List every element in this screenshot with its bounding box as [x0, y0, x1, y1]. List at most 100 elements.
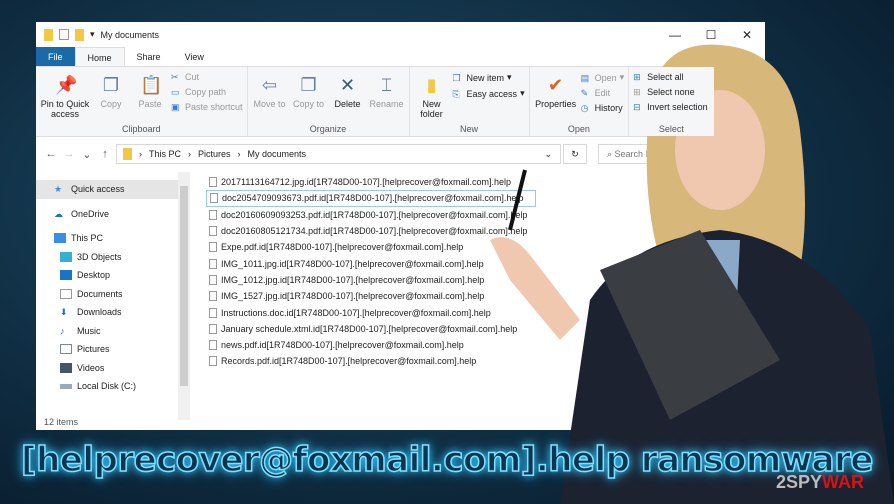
window-title: My documents: [100, 29, 160, 40]
invert-selection-button[interactable]: ⊟ Invert selection: [633, 102, 708, 112]
2spyware-logo: 2SPYWAR: [775, 472, 864, 492]
group-label: Clipboard: [122, 124, 161, 134]
document-icon: [209, 258, 217, 269]
desktop-icon: [60, 270, 72, 281]
status-item-count: 12 items: [44, 417, 79, 427]
new-folder-button[interactable]: ▮ New folder: [414, 70, 450, 122]
paste-icon: 📋: [140, 75, 163, 95]
move-icon: ⇦: [261, 75, 278, 95]
cut-button[interactable]: ✂ Cut: [171, 72, 243, 82]
forward-button[interactable]: →: [60, 148, 78, 160]
breadcrumb-my-documents[interactable]: My documents: [248, 149, 307, 159]
recent-locations-button[interactable]: ⌄: [78, 148, 96, 161]
copy-button[interactable]: ❐ Copy: [93, 70, 129, 122]
document-icon: [209, 209, 217, 220]
select-none-icon: ⊞: [633, 87, 641, 97]
file-name: Expe.pdf.id[1R748D00-107].[helprecover@f…: [221, 242, 464, 253]
select-none-button[interactable]: ⊞ Select none: [633, 87, 708, 97]
nav-pictures[interactable]: Pictures: [36, 340, 178, 359]
nav-this-pc[interactable]: This PC: [36, 229, 178, 248]
easy-access-icon: ⎘: [452, 88, 460, 99]
nav-quick-access[interactable]: ★ Quick access: [36, 180, 178, 199]
navigation-pane: ★ Quick access ☁ OneDrive This PC 3D Objec…: [36, 172, 178, 420]
file-name: IMG_1012.jpg.id[1R748D00-107].[helprecov…: [221, 274, 485, 285]
tab-home[interactable]: Home: [74, 47, 125, 66]
group-label: Select: [658, 124, 684, 134]
music-note-icon: ♪: [60, 325, 65, 336]
document-icon: [209, 340, 217, 351]
documents-icon: [60, 288, 72, 299]
file-name: IMG_1527.jpg.id[1R748D00-107].[helprecov…: [221, 291, 485, 302]
document-icon: [209, 307, 217, 318]
select-group: ⊞ Select all ⊞ Select none ⊟ Invert selecti…: [629, 67, 714, 136]
paste-shortcut-button[interactable]: ▣ Paste shortcut: [171, 102, 243, 112]
nav-local-disk[interactable]: Local Disk (C:): [36, 377, 178, 396]
copy-to-icon: ❐: [300, 75, 317, 95]
clipboard-group: 📌 Pin to Quick access ❐ Copy 📋 Paste ✂ Cut ▭…: [36, 67, 248, 136]
drive-icon: [60, 383, 72, 389]
customize-toolbar-icon[interactable]: ▾: [90, 29, 95, 40]
document-icon: [209, 274, 217, 285]
organize-group: ⇦ Move to ❐ Copy to ✕ Delete ⌶ Rename Organi…: [248, 67, 410, 136]
download-arrow-icon: ⬇: [60, 307, 68, 318]
scissors-icon: ✂: [171, 72, 179, 82]
tab-share[interactable]: Share: [125, 47, 173, 66]
folder-icon: [44, 28, 53, 41]
nav-documents[interactable]: Documents: [36, 285, 178, 304]
properties-quick-icon[interactable]: [59, 29, 69, 40]
delete-x-icon: ✕: [339, 75, 356, 95]
file-name: Records.pdf.id[1R748D00-107].[helprecove…: [221, 356, 477, 367]
file-name: Instructions.doc.id[1R748D00-107].[helpr…: [221, 307, 491, 318]
paste-shortcut-icon: ▣: [171, 102, 180, 112]
file-name: news.pdf.id[1R748D00-107].[helprecover@f…: [221, 340, 464, 351]
headline-title: [helprecover@foxmail.com].help ransomwar…: [20, 439, 874, 481]
copy-path-icon: ▭: [171, 87, 180, 97]
nav-desktop[interactable]: Desktop: [36, 266, 178, 285]
breadcrumb-this-pc[interactable]: This PC: [149, 149, 181, 159]
group-label: Organize: [309, 124, 347, 134]
breadcrumb-pictures[interactable]: Pictures: [198, 149, 231, 159]
move-to-button[interactable]: ⇦ Move to: [252, 70, 288, 122]
nav-videos[interactable]: Videos: [36, 359, 178, 378]
document-icon: [209, 356, 217, 367]
invert-selection-icon: ⊟: [633, 102, 641, 112]
delete-button[interactable]: ✕ Delete: [330, 70, 366, 122]
tab-view[interactable]: View: [173, 47, 216, 66]
scrollbar-thumb[interactable]: [180, 186, 188, 386]
back-button[interactable]: ←: [42, 148, 60, 160]
document-icon: [209, 177, 217, 188]
nav-3d-objects[interactable]: 3D Objects: [36, 248, 178, 267]
ribbon: 📌 Pin to Quick access ❐ Copy 📋 Paste ✂ Cut ▭…: [36, 67, 765, 137]
document-icon: [209, 291, 217, 302]
select-all-icon: ⊞: [633, 72, 641, 82]
select-all-button[interactable]: ⊞ Select all: [633, 72, 708, 82]
copy-to-button[interactable]: ❐ Copy to: [291, 70, 327, 122]
nav-music[interactable]: ♪ Music: [36, 322, 178, 341]
copy-icon: ❐: [102, 75, 120, 95]
cloud-icon: ☁: [54, 208, 63, 219]
tab-file[interactable]: File: [36, 47, 75, 66]
pin-button[interactable]: 📌 Pin to Quick access: [40, 70, 90, 122]
document-icon: [209, 242, 217, 253]
nav-downloads[interactable]: ⬇ Downloads: [36, 303, 178, 322]
rename-icon: ⌶: [381, 75, 392, 95]
file-name: IMG_1011.jpg.id[1R748D00-107].[helprecov…: [221, 258, 484, 269]
document-icon: [209, 226, 217, 237]
cube-icon: [60, 251, 72, 262]
file-name: 20171113164712.jpg.id[1R748D00-107].[hel…: [221, 177, 511, 188]
document-icon: [210, 193, 218, 204]
up-button[interactable]: ↑: [96, 148, 114, 160]
paste-button[interactable]: 📋 Paste: [132, 70, 168, 122]
rename-button[interactable]: ⌶ Rename: [369, 70, 405, 122]
new-folder-quick-icon[interactable]: [75, 28, 84, 41]
pictures-icon: [60, 344, 72, 355]
computer-icon: [54, 233, 66, 244]
copy-path-button[interactable]: ▭ Copy path: [171, 87, 243, 97]
nav-onedrive[interactable]: ☁ OneDrive: [36, 205, 178, 224]
new-item-icon: ❐: [452, 72, 461, 83]
nav-scrollbar[interactable]: [178, 172, 190, 420]
pin-icon: 📌: [55, 75, 78, 95]
folder-icon: ▮: [426, 75, 437, 95]
document-icon: [209, 323, 217, 334]
film-icon: [60, 362, 72, 373]
